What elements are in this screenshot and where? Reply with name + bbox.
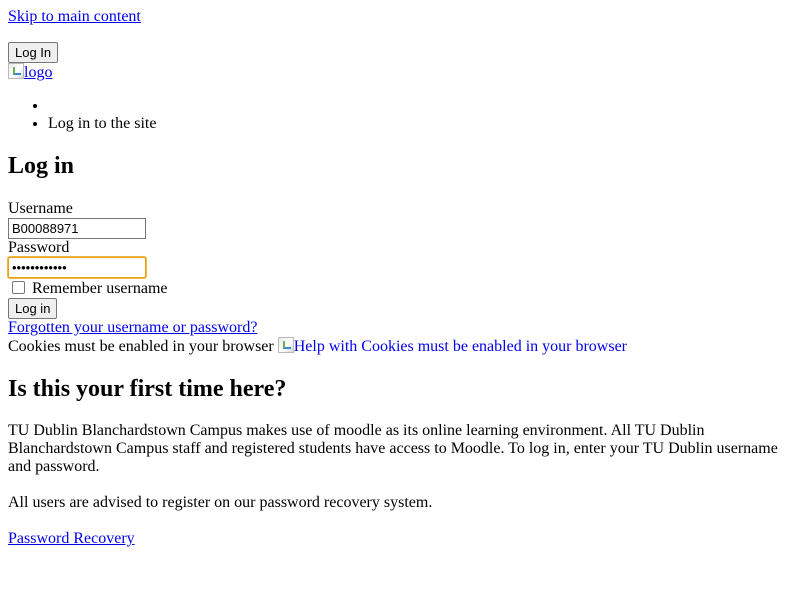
cookies-help-link[interactable]: Help with Cookies must be enabled in you… <box>277 337 628 355</box>
cookies-notice: Cookies must be enabled in your browser … <box>8 337 627 356</box>
cookies-text: Cookies must be enabled in your browser <box>8 338 274 355</box>
header-login-button[interactable]: Log In <box>8 42 59 63</box>
skip-to-main-content-link[interactable]: Skip to main content <box>8 8 141 26</box>
username-label: Username <box>8 200 73 217</box>
breadcrumb: Log in to the site <box>8 97 156 133</box>
login-page: Skip to main content Log In logo Log in … <box>0 0 800 600</box>
help-icon <box>277 337 294 353</box>
first-time-paragraph: TU Dublin Blanchardstown Campus makes us… <box>8 422 778 475</box>
remember-username-checkbox[interactable] <box>12 281 25 294</box>
password-input[interactable] <box>8 257 146 278</box>
forgot-password-link[interactable]: Forgotten your username or password? <box>8 319 257 337</box>
password-recovery-advice: All users are advised to register on our… <box>8 494 433 511</box>
broken-image-icon <box>8 63 24 79</box>
password-recovery-link[interactable]: Password Recovery <box>8 530 135 548</box>
login-heading: Log in <box>8 153 75 179</box>
breadcrumb-item-current: Log in to the site <box>48 115 156 133</box>
first-time-heading: Is this your first time here? <box>8 376 287 402</box>
breadcrumb-item-home[interactable] <box>48 97 156 115</box>
logo-alt-text: logo <box>24 64 53 81</box>
remember-username-label[interactable]: Remember username <box>32 280 168 298</box>
username-input[interactable] <box>8 218 146 239</box>
site-logo-link[interactable]: logo <box>8 63 52 82</box>
password-label: Password <box>8 239 70 256</box>
login-submit-button[interactable]: Log in <box>8 298 58 319</box>
cookies-help-alt: Help with Cookies must be enabled in you… <box>293 338 628 355</box>
